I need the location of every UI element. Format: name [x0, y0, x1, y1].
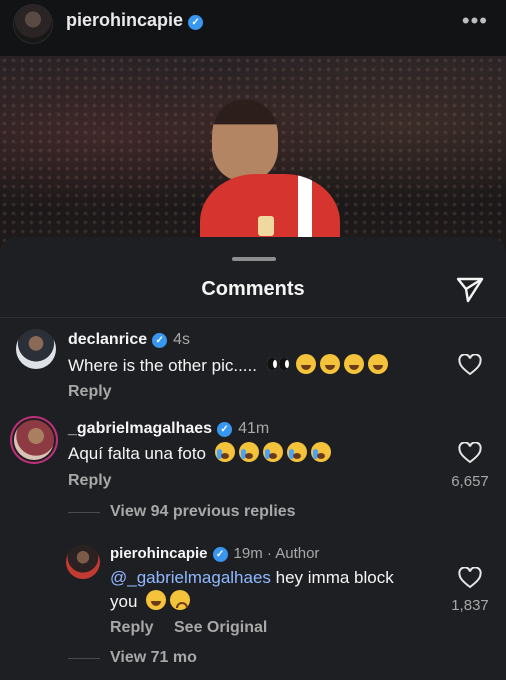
comment-time: 4s [173, 331, 191, 348]
comment-text: Where is the other pic..... [68, 354, 388, 377]
replies-divider-line [68, 512, 100, 513]
replies-divider-line [68, 658, 100, 659]
rofl-emoji-icon [367, 354, 388, 374]
sheet-divider [0, 317, 506, 318]
heart-icon[interactable] [458, 354, 482, 376]
comment-text: Aquí falta una foto [68, 442, 331, 465]
header-username[interactable]: pierohincapie ✓ [66, 10, 204, 31]
verified-badge-icon: ✓ [188, 15, 204, 30]
sheet-drag-handle[interactable] [232, 257, 276, 261]
reply-text-line2: you [110, 590, 191, 613]
joy-emoji-icon [146, 590, 167, 610]
see-original-button[interactable]: See Original [174, 619, 267, 637]
mention-link[interactable]: @_gabrielmagalhaes [110, 568, 271, 587]
heart-icon[interactable] [458, 442, 482, 464]
avatar[interactable] [16, 329, 56, 369]
sob-emoji-icon [214, 442, 235, 462]
verified-badge-icon: ✓ [212, 547, 228, 562]
frowning-emoji-icon [170, 590, 191, 610]
reply-text-line1: @_gabrielmagalhaes hey imma block [110, 568, 394, 587]
rofl-emoji-icon [319, 354, 340, 374]
comment-username[interactable]: declanrice ✓ 4s [68, 331, 190, 349]
post-photo [0, 56, 506, 256]
sob-emoji-icon [238, 442, 259, 462]
verified-badge-icon: ✓ [217, 422, 233, 437]
reply-button[interactable]: Reply [110, 619, 154, 637]
comment-username[interactable]: _gabrielmagalhaes ✓ 41m [68, 420, 269, 438]
avatar-story-ring[interactable] [14, 420, 54, 460]
sob-emoji-icon [262, 442, 283, 462]
rofl-emoji-icon [343, 354, 364, 374]
reply-time: 19m [233, 545, 263, 562]
post-header: pierohincapie ✓ ••• [0, 0, 506, 56]
photo-player-crest [258, 216, 274, 236]
eyes-emoji-icon [266, 354, 292, 374]
photo-player-head [212, 100, 278, 180]
reply-button[interactable]: Reply [68, 383, 112, 401]
sob-emoji-icon [286, 442, 307, 462]
view-previous-replies-button[interactable]: View 94 previous replies [110, 503, 296, 521]
comment-time: 41m [238, 420, 270, 437]
reply-button[interactable]: Reply [68, 472, 112, 490]
verified-badge-icon: ✓ [152, 333, 168, 348]
avatar[interactable] [66, 545, 100, 579]
sheet-title: Comments [201, 278, 305, 300]
view-more-replies-button[interactable]: View 71 mo [110, 649, 197, 667]
sob-emoji-icon [310, 442, 331, 462]
more-horizontal-icon[interactable]: ••• [462, 8, 488, 34]
comments-sheet: Comments declanrice ✓ 4s Where is the othe… [0, 237, 506, 680]
like-count: 1,837 [451, 597, 489, 614]
rofl-emoji-icon [295, 354, 316, 374]
like-count: 6,657 [451, 473, 489, 490]
heart-icon[interactable] [458, 567, 482, 589]
send-icon[interactable] [454, 273, 486, 305]
profile-avatar[interactable] [14, 5, 52, 43]
reply-username[interactable]: pierohincapie ✓ 19m · Author [110, 545, 319, 562]
author-label: · Author [266, 545, 320, 562]
